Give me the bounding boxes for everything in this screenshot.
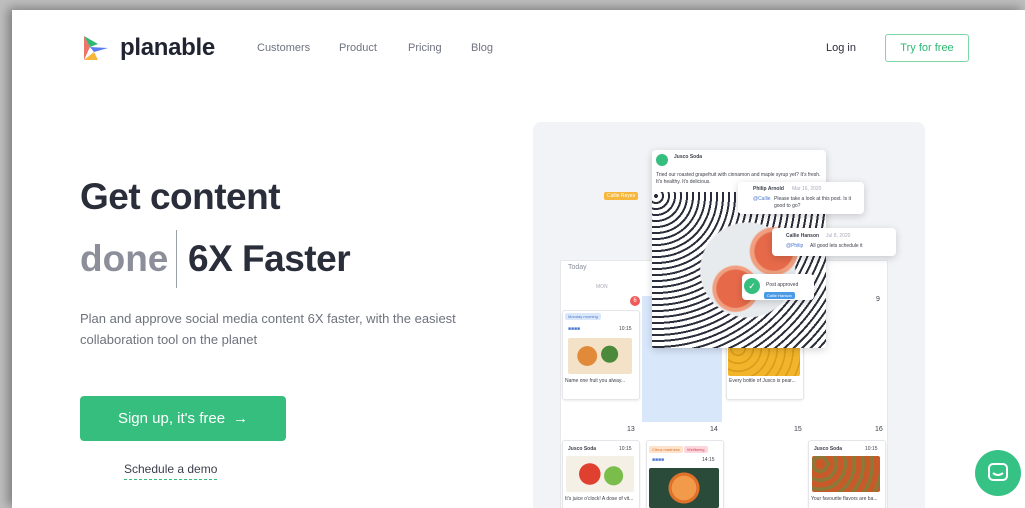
comment-date: Jul 8, 2020	[826, 233, 851, 239]
post-text: Your favourite flavors are ba...	[811, 496, 878, 502]
comment-text: All good lets schedule it	[810, 243, 863, 249]
comment-author: Callie Hanson	[786, 233, 820, 239]
check-icon: ✓	[744, 278, 760, 294]
post-image	[812, 456, 880, 492]
hero-subtitle: Plan and approve social media content 6X…	[80, 311, 456, 347]
hero-title-done: done	[80, 238, 169, 279]
comment-mention: @Philip	[786, 243, 804, 249]
date-number: 16	[875, 426, 883, 433]
post-time: 10:15	[619, 446, 632, 452]
brand-avatar	[656, 154, 668, 166]
date-number: 9	[876, 296, 880, 303]
post-time: 10:15	[865, 446, 878, 452]
chat-launcher-button[interactable]	[975, 450, 1021, 496]
post-brand: Jusco Soda	[568, 446, 597, 452]
post-brand: Jusco Soda	[814, 446, 843, 452]
hero-title-faster: 6X Faster	[188, 238, 351, 279]
post-image	[568, 338, 632, 374]
nav-product[interactable]: Product	[339, 42, 377, 54]
date-number: 13	[627, 426, 635, 433]
comment-author: Philip Arnold	[753, 186, 784, 192]
planable-logo-icon	[84, 36, 108, 60]
calendar-today-label: Today	[568, 264, 587, 271]
date-number: 15	[794, 426, 802, 433]
post-tag: Wellbeing	[684, 446, 708, 453]
approved-label: Post approved	[766, 282, 799, 288]
try-for-free-button[interactable]: Try for free	[885, 34, 969, 62]
schedule-demo-link[interactable]: Schedule a demo	[124, 462, 218, 480]
signup-label: Sign up, it's free	[117, 410, 226, 427]
date-number: 14	[710, 426, 718, 433]
post-image	[566, 456, 634, 492]
typing-cursor-divider	[176, 230, 177, 288]
nav-customers[interactable]: Customers	[257, 42, 310, 54]
approver-tag: Callie Hanson	[764, 292, 795, 299]
user-tag: Callie Reyes	[604, 192, 639, 200]
brand-name: planable	[120, 34, 215, 61]
hero-title-line1: Get content	[80, 176, 281, 217]
post-text: It's juice o'clock! A dose of vit...	[565, 496, 634, 502]
post-text: Every bottle of Jusco is pear...	[729, 378, 796, 384]
comment-date: Mar 16, 2020	[792, 186, 822, 192]
planable-logo[interactable]: planable	[82, 34, 215, 62]
login-link[interactable]: Log in	[826, 42, 856, 54]
signup-button[interactable]: Sign up, it's free →	[80, 396, 286, 441]
comment-mention: @Callie	[753, 196, 771, 202]
post-time: 14:15	[702, 457, 715, 463]
chat-icon	[988, 463, 1008, 481]
social-icons: ■■■■	[652, 457, 665, 463]
calendar-day-label: MON	[596, 284, 608, 290]
nav-pricing[interactable]: Pricing	[408, 42, 442, 54]
post-tag: Monday morning	[565, 313, 601, 320]
post-image	[652, 192, 826, 348]
date-badge: 6	[630, 296, 640, 306]
post-time: 10:15	[619, 326, 632, 332]
post-image	[649, 468, 719, 508]
comment-text: Please take a look at this post. Is it g…	[774, 196, 851, 209]
arrow-right-icon: →	[233, 410, 249, 427]
nav-blog[interactable]: Blog	[471, 42, 493, 54]
post-tag: Citrus madness	[649, 446, 683, 453]
browser-page: planable Customers Product Pricing Blog …	[12, 10, 1025, 508]
social-icons: ■■■■	[568, 326, 581, 332]
post-brand: Jusco Soda	[674, 154, 703, 160]
post-text: Name one fruit you alway...	[565, 378, 626, 384]
